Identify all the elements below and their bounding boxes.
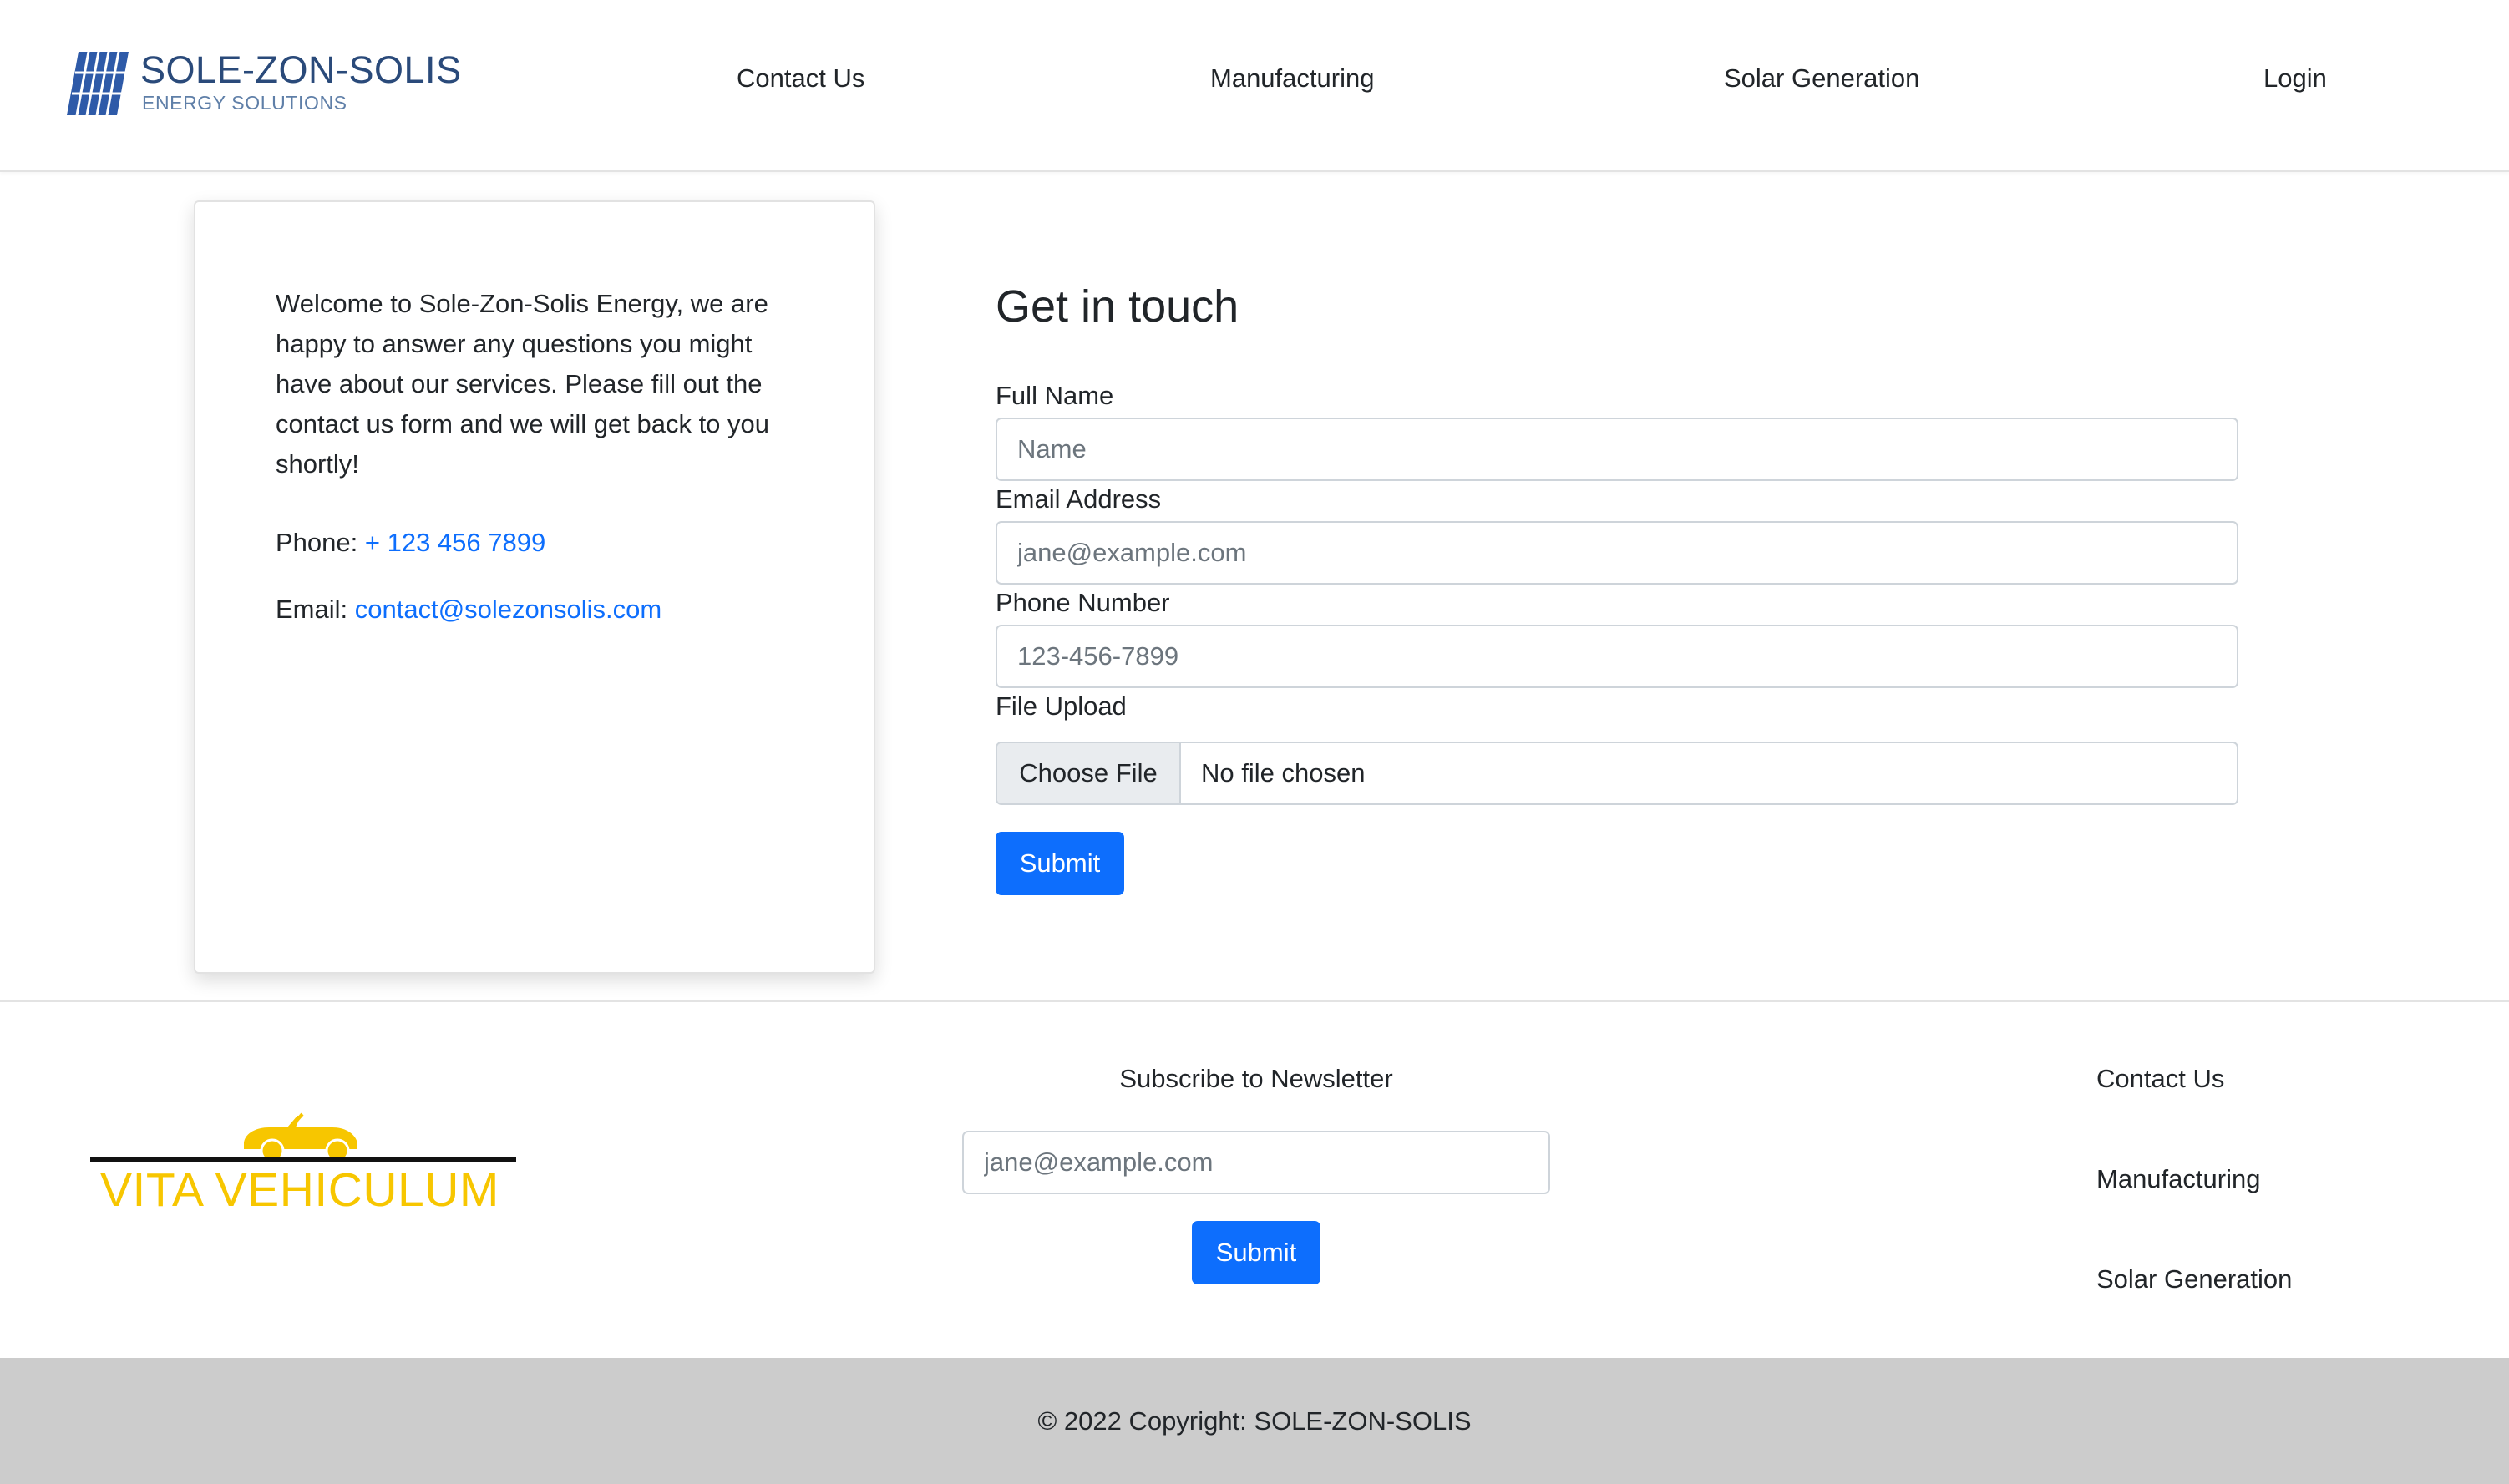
contact-info-card: Welcome to Sole-Zon-Solis Energy, we are… bbox=[194, 200, 875, 974]
nav-manufacturing[interactable]: Manufacturing bbox=[1210, 63, 1374, 94]
partner-logo-text: VITA VEHICULUM bbox=[100, 1163, 499, 1217]
phone-number-input[interactable] bbox=[996, 625, 2238, 688]
email-label: Email: bbox=[276, 595, 355, 624]
nav-solar-generation[interactable]: Solar Generation bbox=[1724, 63, 1919, 94]
brand-logo[interactable]: SOLE-ZON-SOLIS ENERGY SOLUTIONS bbox=[65, 48, 466, 117]
full-name-input[interactable] bbox=[996, 418, 2238, 481]
brand-name: SOLE-ZON-SOLIS bbox=[140, 48, 462, 91]
email-link[interactable]: contact@solezonsolis.com bbox=[355, 595, 661, 624]
nav-login[interactable]: Login bbox=[2263, 63, 2327, 94]
newsletter-title: Subscribe to Newsletter bbox=[1119, 1064, 1393, 1093]
full-name-label: Full Name bbox=[996, 381, 1114, 410]
file-upload-label: File Upload bbox=[996, 691, 1127, 721]
welcome-text: Welcome to Sole-Zon-Solis Energy, we are… bbox=[276, 289, 770, 479]
phone-link[interactable]: + 123 456 7899 bbox=[365, 528, 545, 557]
footer-link-solar-generation[interactable]: Solar Generation bbox=[2096, 1264, 2292, 1294]
email-line: Email: contact@solezonsolis.com bbox=[276, 595, 661, 625]
file-upload-input[interactable]: Choose File No file chosen bbox=[996, 742, 2238, 805]
footer-link-manufacturing[interactable]: Manufacturing bbox=[2096, 1164, 2260, 1194]
newsletter-submit-button[interactable]: Submit bbox=[1192, 1221, 1320, 1284]
footer-link-contact-us[interactable]: Contact Us bbox=[2096, 1064, 2224, 1094]
form-title: Get in touch bbox=[996, 281, 1239, 332]
copyright-text: © 2022 Copyright: SOLE-ZON-SOLIS bbox=[1037, 1406, 1472, 1436]
phone-label: Phone: bbox=[276, 528, 365, 557]
convertible-car-icon bbox=[90, 1112, 516, 1163]
file-status: No file chosen bbox=[1201, 758, 1366, 788]
email-address-label: Email Address bbox=[996, 484, 1162, 514]
brand-tagline: ENERGY SOLUTIONS bbox=[142, 92, 347, 114]
nav-contact-us[interactable]: Contact Us bbox=[737, 63, 864, 94]
email-address-input[interactable] bbox=[996, 521, 2238, 585]
phone-number-label: Phone Number bbox=[996, 588, 1170, 617]
submit-button[interactable]: Submit bbox=[996, 832, 1124, 895]
newsletter-email-input[interactable] bbox=[962, 1131, 1550, 1194]
solar-panel-icon bbox=[67, 51, 129, 116]
phone-line: Phone: + 123 456 7899 bbox=[276, 528, 545, 558]
choose-file-button[interactable]: Choose File bbox=[997, 743, 1181, 803]
site-header: SOLE-ZON-SOLIS ENERGY SOLUTIONS Contact … bbox=[0, 0, 2509, 172]
